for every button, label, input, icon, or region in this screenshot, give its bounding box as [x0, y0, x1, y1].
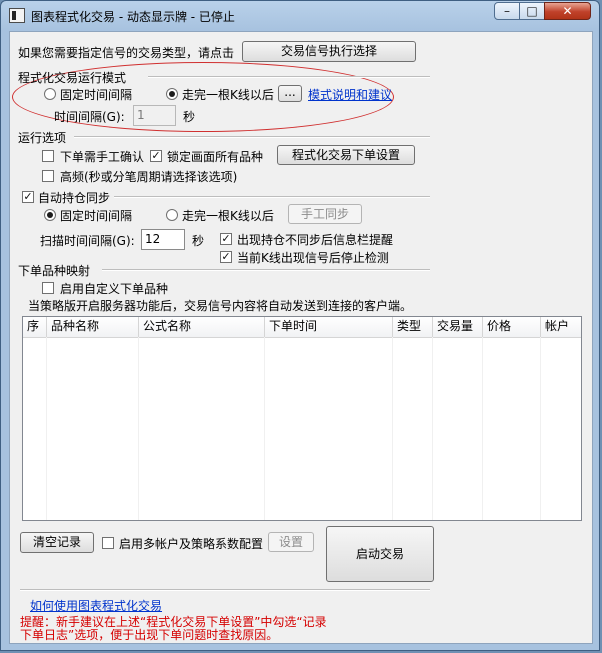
grid-line: [46, 337, 47, 520]
mapping-separator: [102, 269, 430, 271]
multi-account-label[interactable]: 启用多帐户及策略系数配置: [119, 535, 263, 552]
col-price[interactable]: 价格: [483, 317, 541, 337]
high-freq-checkbox[interactable]: [42, 170, 54, 182]
trade-signal-select-button[interactable]: 交易信号执行选择: [242, 41, 416, 62]
mapping-heading: 下单品种映射: [18, 264, 91, 278]
options-separator: [74, 136, 430, 138]
mode-fixed-label[interactable]: 固定时间间隔: [60, 86, 132, 103]
sync-separator: [114, 196, 430, 198]
col-order-time[interactable]: 下单时间: [265, 317, 393, 337]
server-notice: 当策略版开启服务器功能后，交易信号内容将自动发送到连接的客户端。: [28, 299, 413, 313]
mode-more-button[interactable]: ...: [278, 85, 302, 102]
order-log-table[interactable]: 序 品种名称 公式名称 下单时间 类型 交易量 价格 帐户: [22, 316, 582, 521]
dialog-body: 如果您需要指定信号的交易类型，请点击 交易信号执行选择 程式化交易运行模式 固定…: [9, 31, 593, 644]
scan-interval-unit: 秒: [192, 234, 205, 248]
interval-unit: 秒: [183, 110, 196, 124]
footer-separator: [20, 589, 430, 591]
col-formula[interactable]: 公式名称: [139, 317, 265, 337]
mode-separator: [148, 76, 430, 78]
minimize-button[interactable]: –: [494, 2, 520, 20]
interval-label: 时间间隔(G):: [54, 110, 125, 124]
clear-log-button[interactable]: 清空记录: [20, 532, 94, 553]
scan-interval-input[interactable]: 12: [141, 229, 185, 250]
stop-detect-checkbox[interactable]: ✓: [220, 251, 232, 263]
sync-kline-radio[interactable]: [166, 209, 178, 221]
grid-line: [432, 337, 433, 520]
grid-line: [482, 337, 483, 520]
lock-all-checkbox[interactable]: ✓: [150, 150, 162, 162]
high-freq-label[interactable]: 高频(秒或分笔周期请选择该选项): [60, 168, 237, 185]
sync-fixed-label[interactable]: 固定时间间隔: [60, 207, 132, 224]
start-trading-button[interactable]: 启动交易: [326, 526, 434, 582]
app-window: 图表程式化交易 - 动态显示牌 - 已停止 – □ ✕ 如果您需要指定信号的交易…: [0, 0, 600, 651]
mode-help-link[interactable]: 模式说明和建议: [308, 86, 392, 103]
scan-interval-label: 扫描时间间隔(G):: [40, 234, 135, 248]
sync-fixed-radio[interactable]: [44, 209, 56, 221]
multi-account-checkbox[interactable]: [102, 537, 114, 549]
tip-line-2: 下单日志”选项，便于出现下单问题时查找原因。: [20, 628, 279, 642]
manual-confirm-label[interactable]: 下单需手工确认: [60, 148, 144, 165]
stop-detect-label[interactable]: 当前K线出现信号后停止检测: [237, 249, 389, 266]
col-product[interactable]: 品种名称: [47, 317, 139, 337]
window-title: 图表程式化交易 - 动态显示牌 - 已停止: [31, 10, 235, 24]
lock-all-label[interactable]: 锁定画面所有品种: [167, 148, 263, 165]
app-icon: [9, 8, 25, 23]
col-account[interactable]: 帐户: [541, 317, 581, 337]
options-heading: 运行选项: [18, 131, 67, 145]
manual-confirm-checkbox[interactable]: [42, 150, 54, 162]
custom-product-label[interactable]: 启用自定义下单品种: [60, 280, 168, 297]
mode-fixed-radio[interactable]: [44, 88, 56, 100]
col-index[interactable]: 序: [23, 317, 47, 337]
close-button[interactable]: ✕: [544, 2, 591, 20]
alert-mismatch-checkbox[interactable]: ✓: [220, 233, 232, 245]
grid-line: [264, 337, 265, 520]
maximize-button[interactable]: □: [519, 2, 545, 20]
mode-heading: 程式化交易运行模式: [18, 71, 127, 85]
grid-line: [138, 337, 139, 520]
grid-line: [392, 337, 393, 520]
help-link[interactable]: 如何使用图表程式化交易: [30, 597, 162, 614]
alert-mismatch-label[interactable]: 出现持仓不同步后信息栏提醒: [237, 231, 393, 248]
title-bar[interactable]: 图表程式化交易 - 动态显示牌 - 已停止 – □ ✕: [1, 1, 599, 31]
table-header: 序 品种名称 公式名称 下单时间 类型 交易量 价格 帐户: [23, 317, 581, 338]
auto-sync-heading[interactable]: 自动持仓同步: [38, 189, 110, 206]
intro-text: 如果您需要指定信号的交易类型，请点击: [18, 46, 235, 60]
auto-sync-checkbox[interactable]: ✓: [22, 191, 34, 203]
mode-kline-radio[interactable]: [166, 88, 178, 100]
order-settings-button[interactable]: 程式化交易下单设置: [277, 145, 415, 165]
interval-input[interactable]: 1: [133, 105, 176, 126]
sync-kline-label[interactable]: 走完一根K线以后: [182, 207, 274, 224]
col-type[interactable]: 类型: [393, 317, 433, 337]
mode-kline-label[interactable]: 走完一根K线以后: [182, 86, 274, 103]
col-volume[interactable]: 交易量: [433, 317, 483, 337]
grid-line: [540, 337, 541, 520]
custom-product-checkbox[interactable]: [42, 282, 54, 294]
manual-sync-button[interactable]: 手工同步: [288, 204, 362, 224]
settings-button[interactable]: 设置: [268, 532, 314, 552]
